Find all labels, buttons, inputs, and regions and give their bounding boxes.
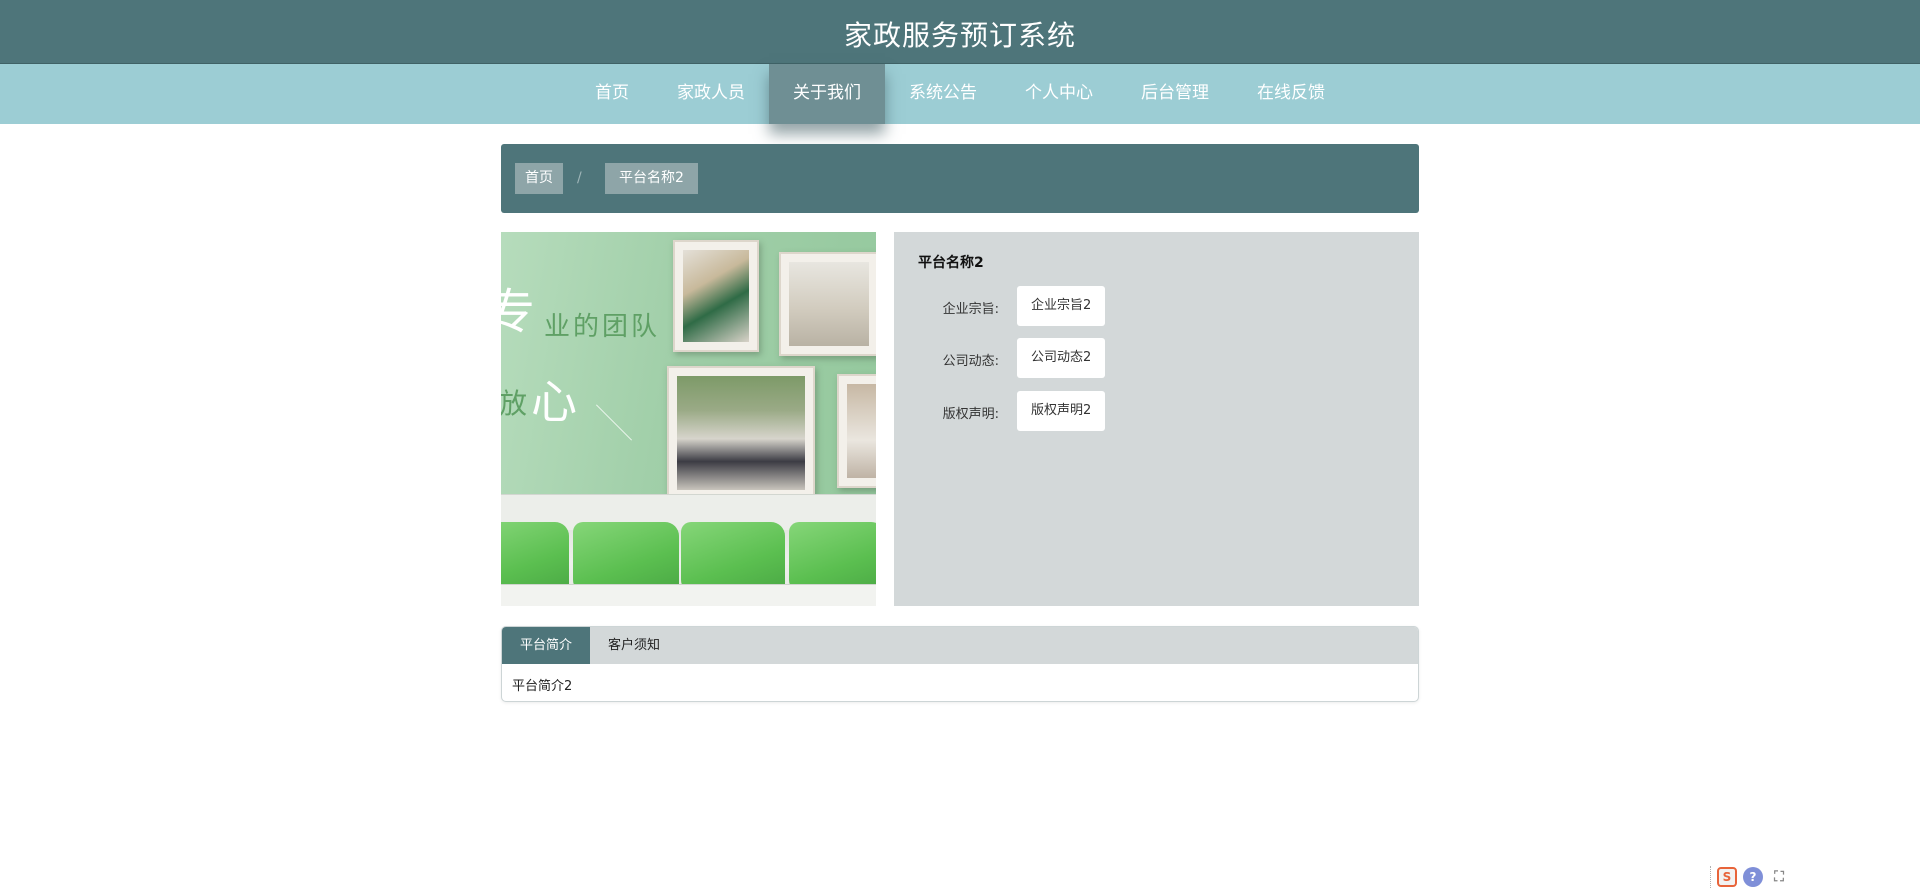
info-row-mission: 企业宗旨: 企业宗旨2 [894,285,1419,327]
main-nav: 首页 家政人员 关于我们 系统公告 个人中心 后台管理 在线反馈 [0,64,1920,124]
nav-list: 首页 家政人员 关于我们 系统公告 个人中心 后台管理 在线反馈 [0,64,1920,124]
platform-name: 平台名称2 [918,255,984,271]
breadcrumb-current: 平台名称2 [605,163,698,194]
banner-slogan-char: 放 [501,387,531,420]
tab-header: 平台简介 客户须知 [502,627,1418,664]
info-label: 公司动态: [942,354,999,369]
photo-frame [667,366,815,500]
platform-info-panel: 平台名称2 企业宗旨: 企业宗旨2 公司动态: 公司动态2 版权声明: 版权声明… [894,232,1419,606]
photo-frame [779,252,876,356]
info-value: 企业宗旨2 [1017,286,1106,326]
nav-item-profile[interactable]: 个人中心 [1001,64,1117,124]
photo-frame [673,240,759,352]
nav-item-admin[interactable]: 后台管理 [1117,64,1233,124]
site-header: 家政服务预订系统 [0,0,1920,64]
site-title: 家政服务预订系统 [843,19,1076,52]
nav-item-feedback[interactable]: 在线反馈 [1233,64,1349,124]
info-row-news: 公司动态: 公司动态2 [894,337,1419,379]
info-value: 公司动态2 [1017,338,1106,378]
pillow [681,522,785,592]
sogou-ime-icon[interactable]: S [1717,867,1737,887]
breadcrumb-home-link[interactable]: 首页 [515,163,563,194]
nav-item-home[interactable]: 首页 [571,64,653,124]
tray-divider [1710,866,1711,888]
breadcrumb-separator: / [577,170,582,186]
sofa-seat [501,584,876,606]
info-label: 版权声明: [942,407,999,422]
nav-item-announcements[interactable]: 系统公告 [885,64,1001,124]
breadcrumb: 首页 / 平台名称2 [501,144,1419,213]
pillow [573,522,679,592]
info-label: 企业宗旨: [942,302,999,317]
banner-slogan-char: 专 [501,284,536,340]
tab-platform-intro[interactable]: 平台简介 [502,627,591,664]
help-icon[interactable]: ? [1743,867,1763,887]
nav-item-staff[interactable]: 家政人员 [653,64,769,124]
system-tray: S ? ⛶ [1710,866,1795,888]
info-value: 版权声明2 [1017,391,1106,431]
info-tabs: 平台简介 客户须知 平台简介2 [501,626,1419,702]
fullscreen-icon[interactable]: ⛶ [1769,867,1789,887]
pillow [789,522,876,592]
banner-slogan-char: 心 [531,375,577,429]
pillow [501,522,569,592]
nav-item-about[interactable]: 关于我们 [769,64,885,124]
info-row-copyright: 版权声明: 版权声明2 [894,390,1419,432]
tab-content: 平台简介2 [512,679,573,694]
platform-banner-image: 专 业的团队 放 心 [501,232,876,606]
photo-frame [837,374,876,488]
tab-customer-notice[interactable]: 客户须知 [590,627,678,664]
banner-slogan-line: 业的团队 [544,312,661,342]
